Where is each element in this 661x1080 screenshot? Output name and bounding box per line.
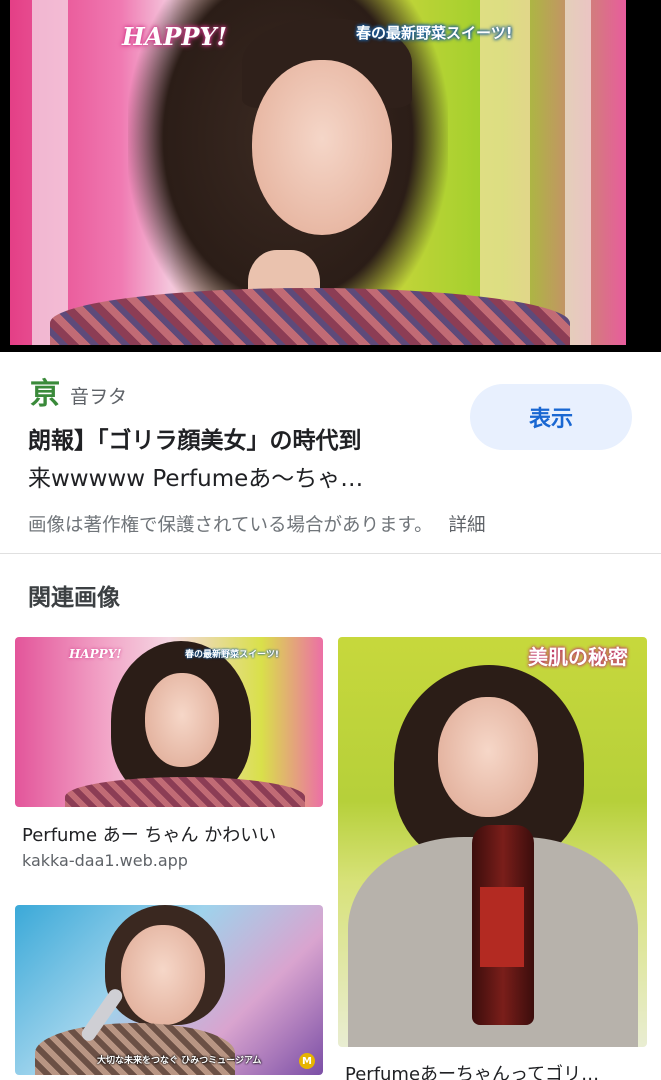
- copyright-notice: 画像は著作権で保護されている場合があります。: [28, 515, 433, 536]
- tv-caption: 大切な未来をつなぐ ひみつミュージアム: [97, 1056, 262, 1066]
- related-image-title[interactable]: Perfumeあーちゃんってゴリ…: [345, 1060, 645, 1080]
- main-image[interactable]: HAPPY! 春の最新野菜スイーツ!: [10, 0, 626, 345]
- channel-badge: M: [299, 1053, 315, 1069]
- related-image-thumbnail[interactable]: 大切な未来をつなぐ ひみつミュージアム M: [15, 905, 323, 1075]
- background-stripe: [32, 0, 68, 345]
- tv-show-logo: HAPPY!: [122, 22, 228, 51]
- tv-caption: 美肌の秘密: [528, 645, 628, 669]
- person-face: [121, 925, 205, 1025]
- related-image-thumbnail[interactable]: 美肌の秘密: [338, 637, 647, 1047]
- related-image-title[interactable]: Perfume あー ちゃん かわいい: [22, 821, 322, 847]
- main-image-viewer[interactable]: HAPPY! 春の最新野菜スイーツ!: [0, 0, 661, 352]
- divider: [0, 553, 661, 554]
- result-title-line2: 来wwwww Perfumeあ〜ちゃ…: [28, 466, 364, 492]
- result-title[interactable]: 朗報】「ゴリラ顔美女」の時代到 来wwwww Perfumeあ〜ちゃ…: [28, 422, 448, 498]
- site-favicon-icon: 亰: [30, 377, 60, 412]
- related-images-heading: 関連画像: [28, 585, 120, 611]
- site-name[interactable]: 音ヲタ: [70, 382, 127, 409]
- person-face: [252, 60, 392, 235]
- related-image-source: kakka-daa1.web.app: [22, 851, 188, 870]
- copyright-notice-row: 画像は著作権で保護されている場合があります。 詳細: [28, 511, 486, 537]
- source-row[interactable]: 亰 音ヲタ: [28, 378, 127, 412]
- person-face: [438, 697, 538, 817]
- details-link[interactable]: 詳細: [449, 515, 486, 536]
- result-title-line1: 朗報】「ゴリラ顔美女」の時代到: [28, 428, 362, 454]
- bottle-label: [480, 887, 524, 967]
- view-button[interactable]: 表示: [470, 384, 632, 450]
- related-image-thumbnail[interactable]: HAPPY! 春の最新野菜スイーツ!: [15, 637, 323, 807]
- background-stripe: [480, 0, 530, 345]
- person-dress: [35, 1023, 235, 1075]
- tv-show-logo: HAPPY!: [69, 647, 122, 661]
- tv-caption: 春の最新野菜スイーツ!: [185, 650, 279, 660]
- background-stripe: [565, 0, 591, 345]
- tv-caption: 春の最新野菜スイーツ!: [356, 24, 513, 42]
- person-face: [145, 673, 219, 767]
